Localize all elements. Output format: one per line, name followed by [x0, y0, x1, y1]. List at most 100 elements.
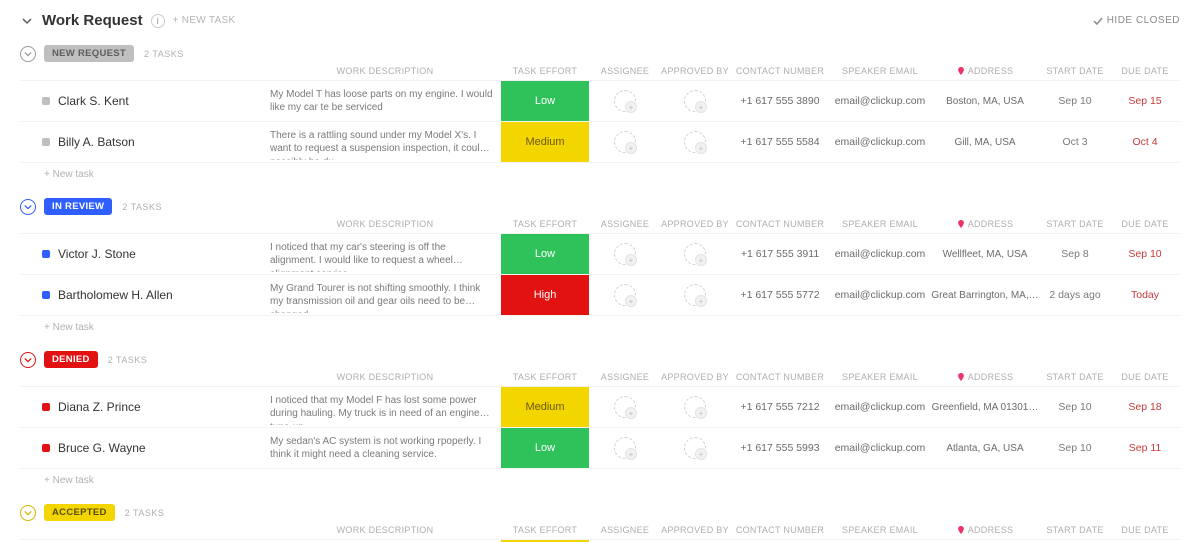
effort-badge[interactable]: High	[500, 275, 590, 315]
col-task-effort: TASK EFFORT	[500, 66, 590, 76]
column-headers: WORK DESCRIPTION TASK EFFORT ASSIGNEE AP…	[20, 66, 1180, 81]
col-address: ADDRESS	[930, 525, 1040, 535]
status-square-icon	[42, 291, 50, 299]
approved-by-avatar[interactable]	[684, 131, 706, 153]
status-pill[interactable]: ACCEPTED	[44, 504, 115, 521]
task-row[interactable]: Bruce G. Wayne My sedan's AC system is n…	[20, 428, 1180, 469]
assignee-avatar[interactable]	[614, 243, 636, 265]
info-icon[interactable]: i	[151, 14, 165, 28]
task-name: Clark S. Kent	[58, 94, 129, 108]
check-icon	[1093, 16, 1103, 26]
collapse-toggle[interactable]	[20, 352, 36, 368]
due-date: Sep 18	[1110, 401, 1180, 413]
task-row[interactable]: Victor J. Stone I noticed that my car's …	[20, 234, 1180, 275]
hide-closed-label: HIDE CLOSED	[1107, 15, 1180, 26]
start-date: Oct 3	[1040, 136, 1110, 148]
task-count: 2 TASKS	[122, 202, 162, 212]
task-description: My sedan's AC system is not working rpop…	[270, 431, 500, 466]
col-contact-number: CONTACT NUMBER	[730, 525, 830, 535]
col-due-date: DUE DATE	[1110, 219, 1180, 229]
contact-number: +1 617 555 5772	[730, 289, 830, 301]
col-assignee: ASSIGNEE	[590, 66, 660, 76]
task-description: I noticed that my car's steering is off …	[270, 237, 500, 272]
column-headers: WORK DESCRIPTION TASK EFFORT ASSIGNEE AP…	[20, 525, 1180, 540]
status-pill[interactable]: NEW REQUEST	[44, 45, 134, 62]
task-row[interactable]: Diana Z. Prince I noticed that my Model …	[20, 387, 1180, 428]
contact-number: +1 617 555 3911	[730, 248, 830, 260]
new-task-row[interactable]: + New task	[20, 316, 1180, 333]
task-row[interactable]: Clark S. Kent My Model T has loose parts…	[20, 81, 1180, 122]
start-date: Sep 10	[1040, 442, 1110, 454]
approved-by-avatar[interactable]	[684, 243, 706, 265]
approved-by-avatar[interactable]	[684, 284, 706, 306]
col-work-description: WORK DESCRIPTION	[270, 66, 500, 76]
speaker-email: email@clickup.com	[830, 401, 930, 413]
assignee-avatar[interactable]	[614, 284, 636, 306]
hide-closed-toggle[interactable]: HIDE CLOSED	[1093, 15, 1180, 26]
col-due-date: DUE DATE	[1110, 372, 1180, 382]
status-square-icon	[42, 97, 50, 105]
task-description: My Grand Tourer is not shifting smoothly…	[270, 278, 500, 313]
status-pill[interactable]: DENIED	[44, 351, 98, 368]
speaker-email: email@clickup.com	[830, 136, 930, 148]
contact-number: +1 617 555 7212	[730, 401, 830, 413]
col-approved-by: APPROVED BY	[660, 525, 730, 535]
collapse-toggle[interactable]	[20, 505, 36, 521]
new-task-button[interactable]: + NEW TASK	[173, 15, 236, 26]
task-row[interactable]: Bartholomew H. Allen My Grand Tourer is …	[20, 275, 1180, 316]
due-date: Sep 11	[1110, 442, 1180, 454]
col-contact-number: CONTACT NUMBER	[730, 66, 830, 76]
approved-by-avatar[interactable]	[684, 437, 706, 459]
col-work-description: WORK DESCRIPTION	[270, 525, 500, 535]
effort-badge[interactable]: Low	[500, 81, 590, 121]
task-count: 2 TASKS	[125, 508, 165, 518]
approved-by-avatar[interactable]	[684, 90, 706, 112]
address: Atlanta, GA, USA	[930, 443, 1040, 454]
contact-number: +1 617 555 5584	[730, 136, 830, 148]
task-row[interactable]: Billy A. Batson There is a rattling soun…	[20, 122, 1180, 163]
col-speaker-email: SPEAKER EMAIL	[830, 372, 930, 382]
due-date: Sep 10	[1110, 248, 1180, 260]
new-task-row[interactable]: + New task	[20, 469, 1180, 486]
assignee-avatar[interactable]	[614, 90, 636, 112]
col-approved-by: APPROVED BY	[660, 372, 730, 382]
status-group: DENIED 2 TASKS WORK DESCRIPTION TASK EFF…	[20, 347, 1180, 486]
effort-badge[interactable]: Low	[500, 428, 590, 468]
start-date: 2 days ago	[1040, 289, 1110, 301]
col-start-date: START DATE	[1040, 219, 1110, 229]
collapse-toggle[interactable]	[20, 46, 36, 62]
address: Greenfield, MA 01301…	[930, 402, 1040, 413]
status-group: NEW REQUEST 2 TASKS WORK DESCRIPTION TAS…	[20, 41, 1180, 180]
col-speaker-email: SPEAKER EMAIL	[830, 219, 930, 229]
assignee-avatar[interactable]	[614, 396, 636, 418]
col-address: ADDRESS	[930, 372, 1040, 382]
col-task-effort: TASK EFFORT	[500, 525, 590, 535]
assignee-avatar[interactable]	[614, 437, 636, 459]
task-description: My Model T has loose parts on my engine.…	[270, 84, 500, 119]
task-name: Billy A. Batson	[58, 135, 135, 149]
effort-badge[interactable]: Low	[500, 234, 590, 274]
effort-badge[interactable]: Medium	[500, 387, 590, 427]
pin-icon	[957, 526, 965, 534]
assignee-avatar[interactable]	[614, 131, 636, 153]
due-date: Oct 4	[1110, 136, 1180, 148]
contact-number: +1 617 555 5993	[730, 442, 830, 454]
status-pill[interactable]: IN REVIEW	[44, 198, 112, 215]
effort-badge[interactable]: Medium	[500, 122, 590, 162]
task-name: Diana Z. Prince	[58, 400, 141, 414]
start-date: Sep 10	[1040, 95, 1110, 107]
start-date: Sep 8	[1040, 248, 1110, 260]
chevron-down-icon[interactable]	[20, 14, 34, 28]
speaker-email: email@clickup.com	[830, 289, 930, 301]
col-contact-number: CONTACT NUMBER	[730, 372, 830, 382]
address: Gill, MA, USA	[930, 137, 1040, 148]
approved-by-avatar[interactable]	[684, 396, 706, 418]
collapse-toggle[interactable]	[20, 199, 36, 215]
new-task-row[interactable]: + New task	[20, 163, 1180, 180]
col-work-description: WORK DESCRIPTION	[270, 372, 500, 382]
task-count: 2 TASKS	[144, 49, 184, 59]
col-due-date: DUE DATE	[1110, 525, 1180, 535]
contact-number: +1 617 555 3890	[730, 95, 830, 107]
address: Great Barrington, MA,…	[930, 290, 1040, 301]
col-approved-by: APPROVED BY	[660, 219, 730, 229]
